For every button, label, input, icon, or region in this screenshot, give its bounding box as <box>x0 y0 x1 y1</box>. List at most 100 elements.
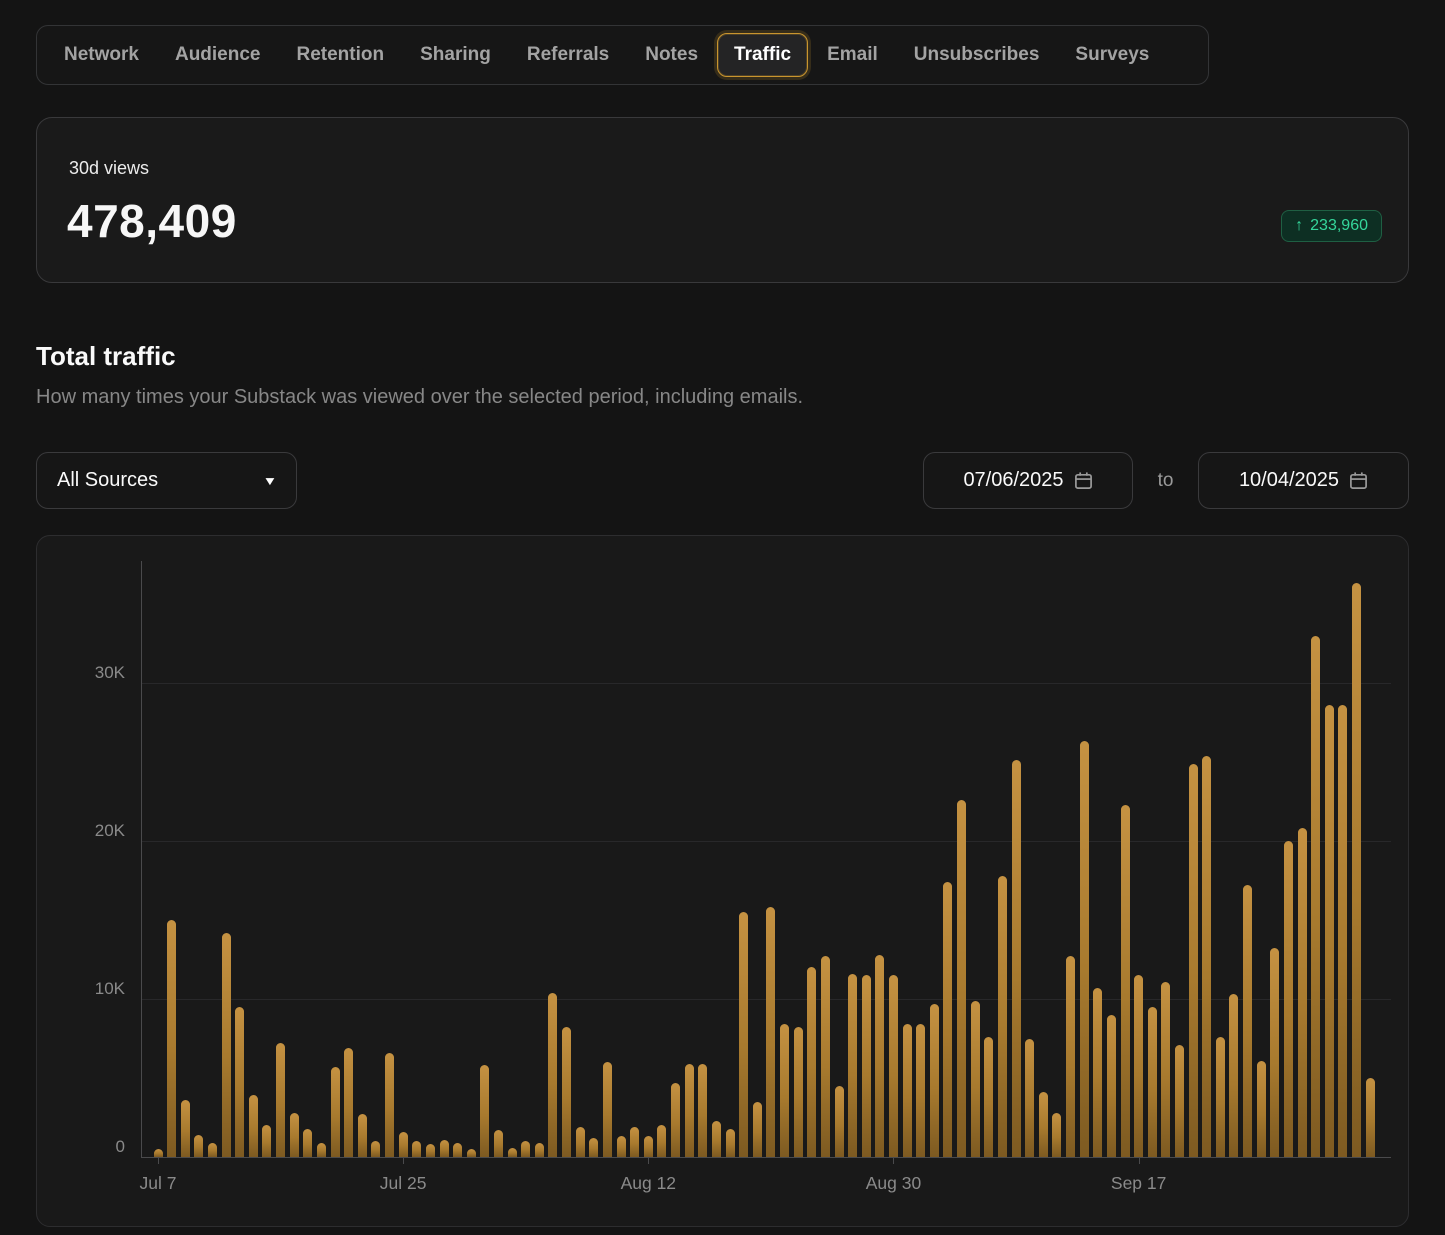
bar-sep-12[interactable] <box>1066 956 1075 1157</box>
bar-aug-22[interactable] <box>780 1024 789 1157</box>
bar-sep-19[interactable] <box>1161 982 1170 1157</box>
tab-sharing[interactable]: Sharing <box>403 33 508 77</box>
bar-jul-26[interactable] <box>412 1141 421 1157</box>
bar-sep-23[interactable] <box>1216 1037 1225 1157</box>
tab-referrals[interactable]: Referrals <box>510 33 626 77</box>
bar-jul-13[interactable] <box>235 1007 244 1157</box>
tab-audience[interactable]: Audience <box>158 33 278 77</box>
date-to-input[interactable]: 10/04/2025 <box>1198 452 1409 509</box>
bar-aug-10[interactable] <box>617 1136 626 1157</box>
bar-jul-9[interactable] <box>181 1100 190 1157</box>
bar-aug-7[interactable] <box>576 1127 585 1157</box>
bar-aug-8[interactable] <box>589 1138 598 1157</box>
bar-jul-11[interactable] <box>208 1143 217 1157</box>
bar-jul-14[interactable] <box>249 1095 258 1157</box>
bar-aug-17[interactable] <box>712 1121 721 1157</box>
bar-aug-28[interactable] <box>862 975 871 1157</box>
bar-sep-3[interactable] <box>943 882 952 1157</box>
bar-aug-6[interactable] <box>562 1027 571 1157</box>
bar-jul-19[interactable] <box>317 1143 326 1157</box>
bar-sep-29[interactable] <box>1298 828 1307 1157</box>
bar-jul-12[interactable] <box>222 933 231 1157</box>
bar-aug-30[interactable] <box>889 975 898 1157</box>
bar-jul-7[interactable] <box>154 1149 163 1157</box>
bar-jul-20[interactable] <box>331 1067 340 1157</box>
bar-sep-30[interactable] <box>1311 636 1320 1157</box>
bar-jul-25[interactable] <box>399 1132 408 1157</box>
bar-sep-11[interactable] <box>1052 1113 1061 1157</box>
bar-sep-9[interactable] <box>1025 1039 1034 1158</box>
bar-aug-13[interactable] <box>657 1125 666 1157</box>
bar-sep-24[interactable] <box>1229 994 1238 1157</box>
bar-jul-30[interactable] <box>467 1149 476 1157</box>
bar-jul-21[interactable] <box>344 1048 353 1157</box>
tab-unsubscribes[interactable]: Unsubscribes <box>897 33 1057 77</box>
bar-sep-14[interactable] <box>1093 988 1102 1157</box>
bar-sep-16[interactable] <box>1121 805 1130 1157</box>
bar-sep-25[interactable] <box>1243 885 1252 1157</box>
bar-aug-4[interactable] <box>535 1143 544 1157</box>
bar-sep-28[interactable] <box>1284 841 1293 1157</box>
bar-aug-18[interactable] <box>726 1129 735 1157</box>
bar-sep-21[interactable] <box>1189 764 1198 1157</box>
bar-sep-2[interactable] <box>930 1004 939 1157</box>
bar-aug-25[interactable] <box>821 956 830 1157</box>
bar-aug-21[interactable] <box>766 907 775 1157</box>
traffic-bar-chart[interactable]: 010K20K30KJul 7Jul 25Aug 12Aug 30Sep 17 <box>141 561 1391 1158</box>
bar-sep-4[interactable] <box>957 800 966 1157</box>
date-from-input[interactable]: 07/06/2025 <box>923 452 1133 509</box>
bar-oct-1[interactable] <box>1325 705 1334 1157</box>
bar-jul-24[interactable] <box>385 1053 394 1157</box>
bar-sep-6[interactable] <box>984 1037 993 1157</box>
bar-jul-31[interactable] <box>480 1065 489 1157</box>
bar-jul-27[interactable] <box>426 1144 435 1157</box>
bar-aug-14[interactable] <box>671 1083 680 1157</box>
source-filter-dropdown[interactable]: All Sources ▼ <box>36 452 297 509</box>
bar-aug-20[interactable] <box>753 1102 762 1157</box>
bar-sep-17[interactable] <box>1134 975 1143 1157</box>
bar-sep-10[interactable] <box>1039 1092 1048 1157</box>
tab-email[interactable]: Email <box>810 33 895 77</box>
tab-network[interactable]: Network <box>47 33 156 77</box>
bar-aug-29[interactable] <box>875 955 884 1157</box>
bar-aug-2[interactable] <box>508 1148 517 1157</box>
tab-retention[interactable]: Retention <box>280 33 402 77</box>
bar-jul-15[interactable] <box>262 1125 271 1157</box>
bar-oct-2[interactable] <box>1338 705 1347 1157</box>
bar-sep-13[interactable] <box>1080 741 1089 1157</box>
bar-sep-18[interactable] <box>1148 1007 1157 1157</box>
bar-aug-12[interactable] <box>644 1136 653 1157</box>
bar-aug-23[interactable] <box>794 1027 803 1157</box>
bar-jul-29[interactable] <box>453 1143 462 1157</box>
bar-sep-20[interactable] <box>1175 1045 1184 1157</box>
bar-jul-8[interactable] <box>167 920 176 1157</box>
bar-aug-24[interactable] <box>807 967 816 1157</box>
bar-aug-11[interactable] <box>630 1127 639 1157</box>
bar-jul-17[interactable] <box>290 1113 299 1157</box>
bar-oct-3[interactable] <box>1352 583 1361 1157</box>
bar-jul-10[interactable] <box>194 1135 203 1157</box>
bar-aug-1[interactable] <box>494 1130 503 1157</box>
bar-sep-1[interactable] <box>916 1024 925 1157</box>
tab-notes[interactable]: Notes <box>628 33 715 77</box>
bar-aug-31[interactable] <box>903 1024 912 1157</box>
bar-aug-15[interactable] <box>685 1064 694 1157</box>
bar-sep-7[interactable] <box>998 876 1007 1157</box>
bar-aug-5[interactable] <box>548 993 557 1157</box>
bar-aug-26[interactable] <box>835 1086 844 1157</box>
bar-sep-27[interactable] <box>1270 948 1279 1157</box>
bar-jul-28[interactable] <box>440 1140 449 1157</box>
bar-aug-27[interactable] <box>848 974 857 1157</box>
bar-jul-23[interactable] <box>371 1141 380 1157</box>
bar-sep-26[interactable] <box>1257 1061 1266 1157</box>
bar-jul-16[interactable] <box>276 1043 285 1157</box>
tab-traffic[interactable]: Traffic <box>717 33 808 77</box>
bar-sep-15[interactable] <box>1107 1015 1116 1157</box>
bar-aug-19[interactable] <box>739 912 748 1157</box>
bar-oct-4[interactable] <box>1366 1078 1375 1157</box>
bar-sep-5[interactable] <box>971 1001 980 1157</box>
bar-sep-22[interactable] <box>1202 756 1211 1157</box>
tab-surveys[interactable]: Surveys <box>1058 33 1166 77</box>
bar-aug-9[interactable] <box>603 1062 612 1157</box>
bar-jul-18[interactable] <box>303 1129 312 1157</box>
